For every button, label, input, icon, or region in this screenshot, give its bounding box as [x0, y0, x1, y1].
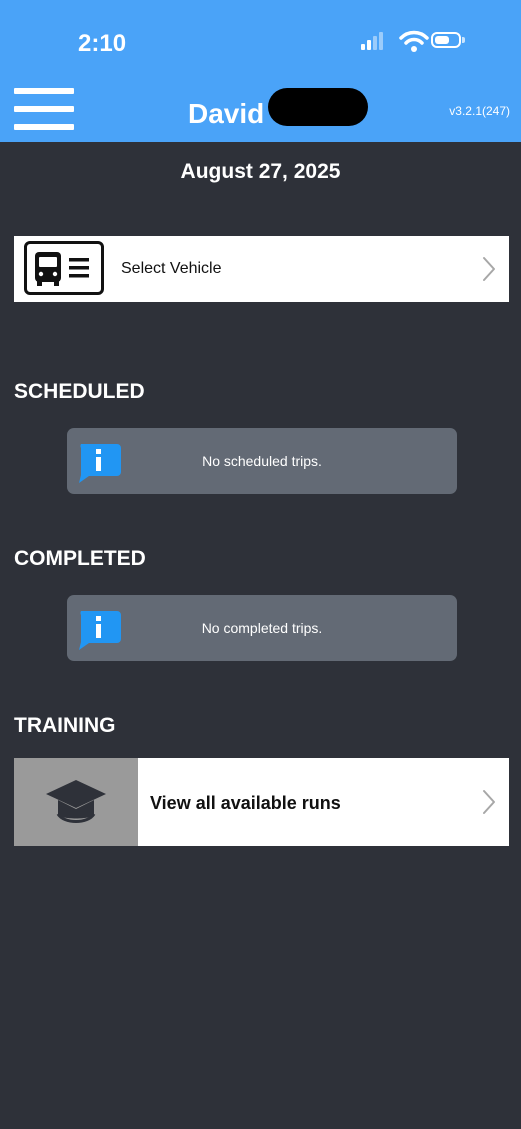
- chevron-right-icon: [483, 257, 495, 281]
- wifi-icon: [399, 30, 429, 52]
- select-vehicle-label: Select Vehicle: [121, 260, 222, 277]
- select-vehicle-button[interactable]: Select Vehicle: [14, 236, 509, 302]
- graduation-cap-icon: [46, 780, 106, 823]
- chevron-right-icon: [483, 790, 495, 814]
- training-section-title: TRAINING: [14, 714, 116, 737]
- redaction-mask: [268, 88, 368, 126]
- scheduled-empty-message: No scheduled trips.: [67, 428, 457, 494]
- view-available-runs-button[interactable]: View all available runs: [14, 758, 509, 846]
- completed-empty-message: No completed trips.: [67, 595, 457, 661]
- scheduled-empty-text: No scheduled trips.: [202, 453, 322, 469]
- view-runs-label: View all available runs: [150, 793, 341, 813]
- status-icons: [361, 30, 471, 52]
- completed-empty-text: No completed trips.: [201, 620, 323, 636]
- scheduled-section-title: SCHEDULED: [14, 380, 145, 403]
- status-time: 2:10: [78, 30, 127, 57]
- user-name: David: [188, 98, 265, 129]
- app-version: v3.2.1(247): [449, 104, 510, 118]
- hamburger-menu-icon[interactable]: [14, 88, 74, 134]
- app-header: 2:10 David v3.2.1(247): [0, 0, 521, 142]
- bus-card-icon: [24, 241, 104, 295]
- completed-section-title: COMPLETED: [14, 547, 146, 570]
- current-date: August 27, 2025: [180, 160, 341, 183]
- training-thumbnail: [14, 758, 138, 846]
